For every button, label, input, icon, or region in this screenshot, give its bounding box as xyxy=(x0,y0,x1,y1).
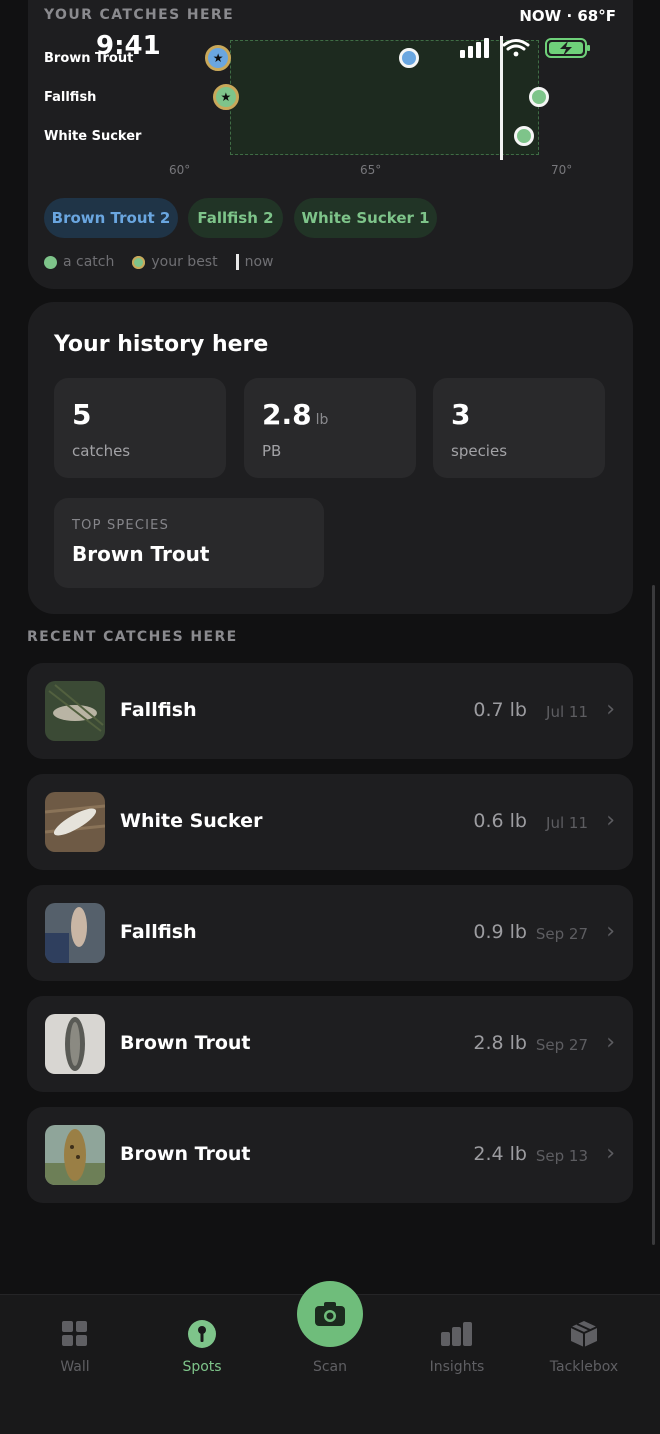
catch-species: Brown Trout xyxy=(120,1143,251,1165)
catch-weight: 2.8 lb xyxy=(473,1032,527,1054)
catch-species: Fallfish xyxy=(120,699,197,721)
legend-now: now xyxy=(235,254,274,270)
top-species-value: Brown Trout xyxy=(72,542,210,566)
best-catch-point[interactable]: ★ xyxy=(212,84,239,110)
best-catch-point[interactable]: ★ xyxy=(205,45,232,71)
catch-row[interactable]: Brown Trout 2.8 lb Sep 27 › xyxy=(27,996,633,1092)
stat-value: 2.8 lb xyxy=(262,398,329,431)
top-species-card: TOP SPECIES Brown Trout xyxy=(54,498,324,588)
nav-wall[interactable]: Wall xyxy=(20,1319,130,1375)
legend-best: your best xyxy=(132,254,218,270)
catch-date: Sep 27 xyxy=(535,925,588,943)
catch-weight: 0.9 lb xyxy=(473,921,527,943)
catch-date: Jul 11 xyxy=(546,703,588,721)
box-icon xyxy=(529,1319,639,1349)
battery-charging-icon xyxy=(545,38,590,58)
best-dot-icon xyxy=(132,255,146,269)
signal-icon xyxy=(460,38,489,58)
map-pin-icon xyxy=(147,1319,257,1349)
catch-species: Brown Trout xyxy=(120,1032,251,1054)
scrollbar[interactable] xyxy=(652,585,655,1245)
chevron-right-icon: › xyxy=(606,697,615,722)
nav-insights[interactable]: Insights xyxy=(402,1319,512,1375)
camera-icon xyxy=(315,1302,345,1326)
row-label-white-sucker: White Sucker xyxy=(44,129,142,144)
catch-date: Jul 11 xyxy=(546,814,588,832)
now-line-icon xyxy=(235,254,239,270)
x-tick-label: 70° xyxy=(551,163,573,177)
chevron-right-icon: › xyxy=(606,1141,615,1166)
catch-date: Sep 13 xyxy=(535,1147,588,1165)
row-label-fallfish: Fallfish xyxy=(44,90,97,105)
grid-icon xyxy=(20,1319,130,1349)
wifi-icon xyxy=(502,39,530,57)
stat-species: 3 species xyxy=(433,378,605,478)
catch-photo xyxy=(45,903,105,963)
species-filter-white-sucker[interactable]: White Sucker 1 xyxy=(294,198,437,238)
spot-detail-screen: YOUR CATCHES HERE NOW · 68°F 9:41 Brown … xyxy=(0,0,660,1434)
stat-pb: 2.8 lb PB xyxy=(244,378,416,478)
status-icons xyxy=(460,36,600,64)
history-title: Your history here xyxy=(54,332,269,357)
catch-row[interactable]: Fallfish 0.7 lb Jul 11 › xyxy=(27,663,633,759)
nav-spots-label: Spots xyxy=(182,1359,222,1375)
catch-point[interactable] xyxy=(529,87,550,107)
catch-point[interactable] xyxy=(513,126,534,146)
catch-weight: 2.4 lb xyxy=(473,1143,527,1165)
stat-caption: PB xyxy=(262,442,282,460)
catch-photo xyxy=(45,792,105,852)
nav-tacklebox[interactable]: Tacklebox xyxy=(529,1319,639,1375)
chevron-right-icon: › xyxy=(606,1030,615,1055)
legend-best-label: your best xyxy=(151,254,218,270)
catch-species: White Sucker xyxy=(120,810,263,832)
nav-spots[interactable]: Spots xyxy=(147,1319,257,1375)
x-tick-label: 60° xyxy=(169,163,191,177)
species-filter-fallfish[interactable]: Fallfish 2 xyxy=(188,198,283,238)
nav-insights-label: Insights xyxy=(429,1359,485,1375)
recent-catches-label: RECENT CATCHES HERE xyxy=(27,629,238,645)
catch-row[interactable]: Fallfish 0.9 lb Sep 27 › xyxy=(27,885,633,981)
scan-button[interactable] xyxy=(297,1281,363,1347)
catch-row[interactable]: White Sucker 0.6 lb Jul 11 › xyxy=(27,774,633,870)
species-filter-brown-trout[interactable]: Brown Trout 2 xyxy=(44,198,178,238)
catch-photo xyxy=(45,681,105,741)
catch-weight: 0.6 lb xyxy=(473,810,527,832)
chart-legend: a catch your best now xyxy=(44,254,291,270)
status-time: 9:41 xyxy=(96,31,161,61)
catch-date: Sep 27 xyxy=(535,1036,588,1054)
stat-caption: species xyxy=(451,442,508,460)
history-card: Your history here 5 catches 2.8 lb PB 3 s… xyxy=(28,302,633,614)
legend-catch: a catch xyxy=(44,254,114,270)
x-tick-label: 65° xyxy=(360,163,382,177)
bottom-nav: Wall Spots Scan Insights Tacklebox xyxy=(0,1281,660,1434)
catch-photo xyxy=(45,1125,105,1185)
catch-dot-icon xyxy=(44,255,57,269)
current-weather: NOW · 68°F xyxy=(519,7,616,25)
nav-tacklebox-label: Tacklebox xyxy=(549,1359,619,1375)
catch-species: Fallfish xyxy=(120,921,197,943)
stat-catches: 5 catches xyxy=(54,378,226,478)
nav-wall-label: Wall xyxy=(60,1359,90,1375)
bar-chart-icon xyxy=(402,1319,512,1349)
legend-now-label: now xyxy=(244,254,274,270)
catch-row[interactable]: Brown Trout 2.4 lb Sep 13 › xyxy=(27,1107,633,1203)
stat-value: 3 xyxy=(451,398,471,431)
catch-photo xyxy=(45,1014,105,1074)
catch-weight: 0.7 lb xyxy=(473,699,527,721)
stat-value: 5 xyxy=(72,398,92,431)
stat-caption: catches xyxy=(72,442,131,460)
nav-scan-label: Scan xyxy=(312,1359,348,1375)
chevron-right-icon: › xyxy=(606,919,615,944)
legend-catch-label: a catch xyxy=(63,254,115,270)
catches-section-label: YOUR CATCHES HERE xyxy=(44,7,235,23)
top-species-caption: TOP SPECIES xyxy=(72,518,170,533)
chevron-right-icon: › xyxy=(606,808,615,833)
